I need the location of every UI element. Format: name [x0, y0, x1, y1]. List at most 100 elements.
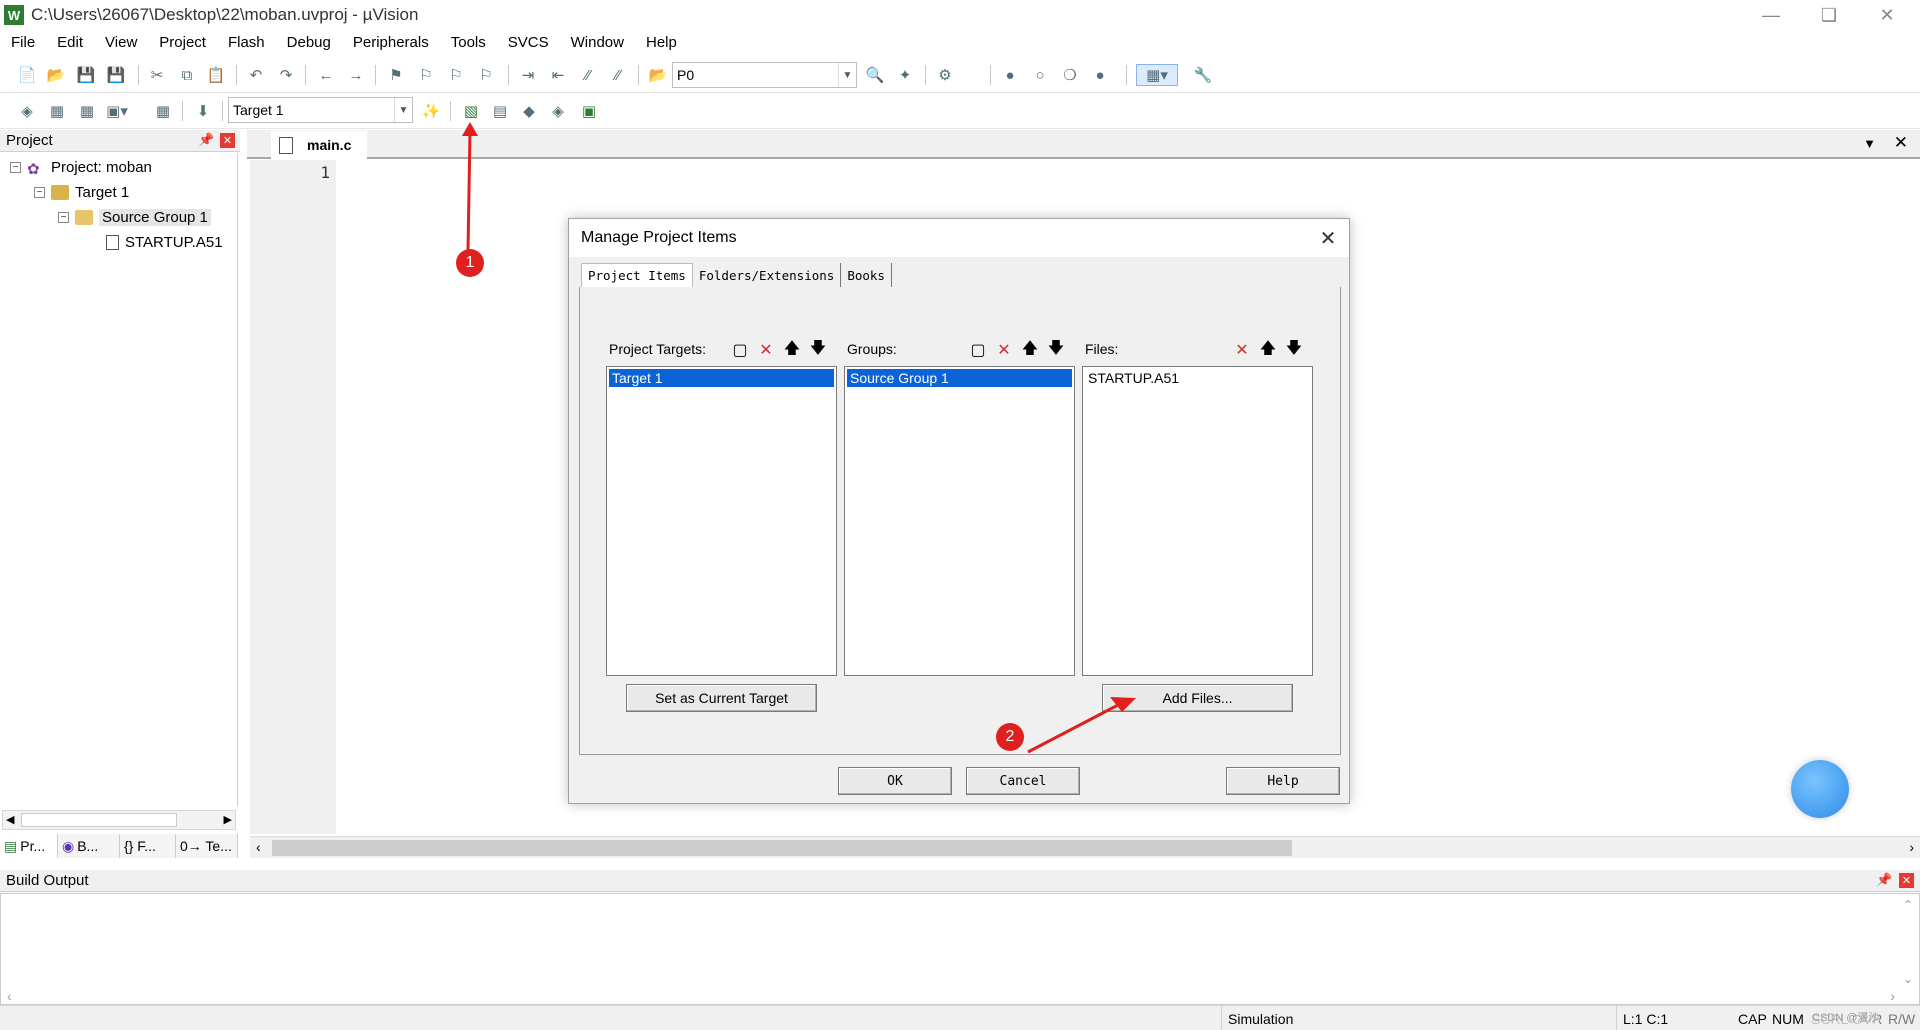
list-item[interactable]: Source Group 1	[847, 369, 1072, 387]
scroll-left-icon[interactable]: ‹	[7, 988, 12, 1004]
tab-folders-extensions[interactable]: Folders/Extensions	[693, 263, 842, 287]
build-icon[interactable]: ▦	[46, 100, 68, 122]
undo-icon[interactable]: ↶	[245, 64, 267, 86]
scroll-left-icon[interactable]: ‹	[256, 839, 261, 855]
scroll-up-icon[interactable]: ⌃	[1903, 898, 1913, 912]
bookmark-toggle-icon[interactable]: ⚑	[385, 64, 407, 86]
bookmark-next-icon[interactable]: ⚐	[445, 64, 467, 86]
tab-main-c[interactable]: main.c	[271, 131, 367, 159]
redo-icon[interactable]: ↷	[275, 64, 297, 86]
scroll-right-icon[interactable]: ▶	[224, 813, 232, 826]
scroll-thumb[interactable]	[272, 840, 1292, 856]
collapse-icon[interactable]: −	[10, 161, 21, 173]
move-down-icon[interactable]: 🡇	[805, 338, 831, 362]
floating-assistant-icon[interactable]	[1791, 760, 1849, 818]
menu-project[interactable]: Project	[148, 30, 217, 56]
tab-books[interactable]: Books	[841, 263, 892, 287]
tab-functions[interactable]: {} F...	[120, 834, 176, 858]
menu-view[interactable]: View	[94, 30, 148, 56]
menu-tools[interactable]: Tools	[440, 30, 497, 56]
help-button[interactable]: Help	[1226, 767, 1340, 795]
manage-rte-icon[interactable]: ◆	[518, 100, 540, 122]
add-files-button[interactable]: Add Files...	[1102, 684, 1293, 712]
unindent-icon[interactable]: ⇤	[547, 64, 569, 86]
target-options-icon[interactable]: ✨	[420, 100, 442, 122]
pin-icon[interactable]: 📌	[198, 132, 214, 148]
close-window-icon[interactable]: ✕	[1858, 0, 1916, 30]
collapse-icon[interactable]: −	[34, 186, 45, 198]
close-panel-icon[interactable]: ✕	[1899, 873, 1914, 888]
run-time-env-icon[interactable]: ▣	[578, 100, 600, 122]
new-file-icon[interactable]: 📄	[16, 64, 38, 86]
move-down-icon[interactable]: 🡇	[1043, 338, 1069, 362]
nav-back-icon[interactable]: ←	[315, 64, 337, 86]
open-file-icon[interactable]: 📂	[45, 64, 67, 86]
find-in-files-icon[interactable]: 📂	[647, 64, 669, 86]
window-layout-icon[interactable]: ▦▾	[1136, 64, 1178, 86]
manage-project-items-icon[interactable]: ▧	[460, 100, 482, 122]
menu-file[interactable]: File	[0, 30, 46, 56]
tree-file[interactable]: STARTUP.A51	[106, 231, 223, 253]
menu-edit[interactable]: Edit	[46, 30, 94, 56]
set-current-target-button[interactable]: Set as Current Target	[626, 684, 817, 712]
targets-list[interactable]: Target 1	[606, 366, 837, 676]
uncomment-icon[interactable]: ⁄⁄	[607, 64, 629, 86]
nav-forward-icon[interactable]: →	[345, 64, 367, 86]
pack-installer-icon[interactable]: ◈	[547, 100, 569, 122]
find-combo[interactable]: P0 ▼	[672, 62, 857, 88]
scroll-right-icon[interactable]: ›	[1909, 839, 1914, 855]
incremental-find-icon[interactable]: ✦	[894, 64, 916, 86]
scroll-down-icon[interactable]: ⌄	[1903, 972, 1913, 986]
save-icon[interactable]: 💾	[75, 64, 97, 86]
tab-templates[interactable]: 0→ Te...	[176, 834, 238, 858]
tree-group[interactable]: − Source Group 1	[58, 206, 211, 228]
download-icon[interactable]: ⬇	[192, 100, 214, 122]
collapse-icon[interactable]: −	[58, 211, 69, 223]
scroll-left-icon[interactable]: ◀	[6, 813, 14, 826]
chevron-down-icon[interactable]: ▼	[394, 98, 412, 122]
breakpoint-disable-icon[interactable]: ○	[1029, 64, 1051, 86]
restore-icon[interactable]: ❏	[1800, 0, 1858, 30]
delete-target-icon[interactable]: ✕	[753, 338, 779, 362]
breakpoint-kill-icon[interactable]: ❍	[1059, 64, 1081, 86]
tab-project-items[interactable]: Project Items	[581, 263, 693, 287]
chevron-down-icon[interactable]: ▼	[838, 63, 856, 87]
bookmark-clear-icon[interactable]: ⚐	[475, 64, 497, 86]
tree-target[interactable]: − Target 1	[34, 181, 129, 203]
list-item[interactable]: Target 1	[609, 369, 834, 387]
translate-icon[interactable]: ◈	[16, 100, 38, 122]
menu-window[interactable]: Window	[560, 30, 635, 56]
pin-icon[interactable]: 📌	[1876, 872, 1892, 888]
bookmark-prev-icon[interactable]: ⚐	[415, 64, 437, 86]
new-target-icon[interactable]: ▢	[727, 338, 753, 362]
new-group-icon[interactable]: ▢	[965, 338, 991, 362]
delete-group-icon[interactable]: ✕	[991, 338, 1017, 362]
editor-hscroll[interactable]: ‹ ›	[250, 836, 1920, 858]
rebuild-icon[interactable]: ▦	[76, 100, 98, 122]
stop-build-icon[interactable]: ▦	[152, 100, 174, 122]
breakpoint-clear-icon[interactable]: ●	[1089, 64, 1111, 86]
menu-flash[interactable]: Flash	[217, 30, 276, 56]
indent-icon[interactable]: ⇥	[517, 64, 539, 86]
paste-icon[interactable]: 📋	[205, 64, 227, 86]
build-output-area[interactable]: ⌃ ⌄ ‹ ›	[0, 893, 1920, 1005]
target-combo[interactable]: Target 1 ▼	[228, 97, 413, 123]
tab-list-chevron-icon[interactable]: ▼	[1863, 136, 1876, 151]
menu-svcs[interactable]: SVCS	[497, 30, 560, 56]
menu-debug[interactable]: Debug	[276, 30, 342, 56]
menu-peripherals[interactable]: Peripherals	[342, 30, 440, 56]
ok-button[interactable]: OK	[838, 767, 952, 795]
delete-file-icon[interactable]: ✕	[1229, 338, 1255, 362]
copy-icon[interactable]: ⧉	[176, 64, 198, 86]
minimize-icon[interactable]: —	[1742, 0, 1800, 30]
move-up-icon[interactable]: 🡅	[1255, 338, 1281, 362]
groups-list[interactable]: Source Group 1	[844, 366, 1075, 676]
select-packs-icon[interactable]: ▤	[489, 100, 511, 122]
close-dialog-icon[interactable]: ✕	[1315, 225, 1341, 251]
list-item[interactable]: STARTUP.A51	[1085, 369, 1310, 387]
find-icon[interactable]: 🔍	[864, 64, 886, 86]
cut-icon[interactable]: ✂	[146, 64, 168, 86]
comment-icon[interactable]: ⁄⁄	[577, 64, 599, 86]
batch-build-icon[interactable]: ▣▾	[106, 100, 128, 122]
project-hscroll[interactable]: ◀ ▶	[2, 810, 236, 830]
